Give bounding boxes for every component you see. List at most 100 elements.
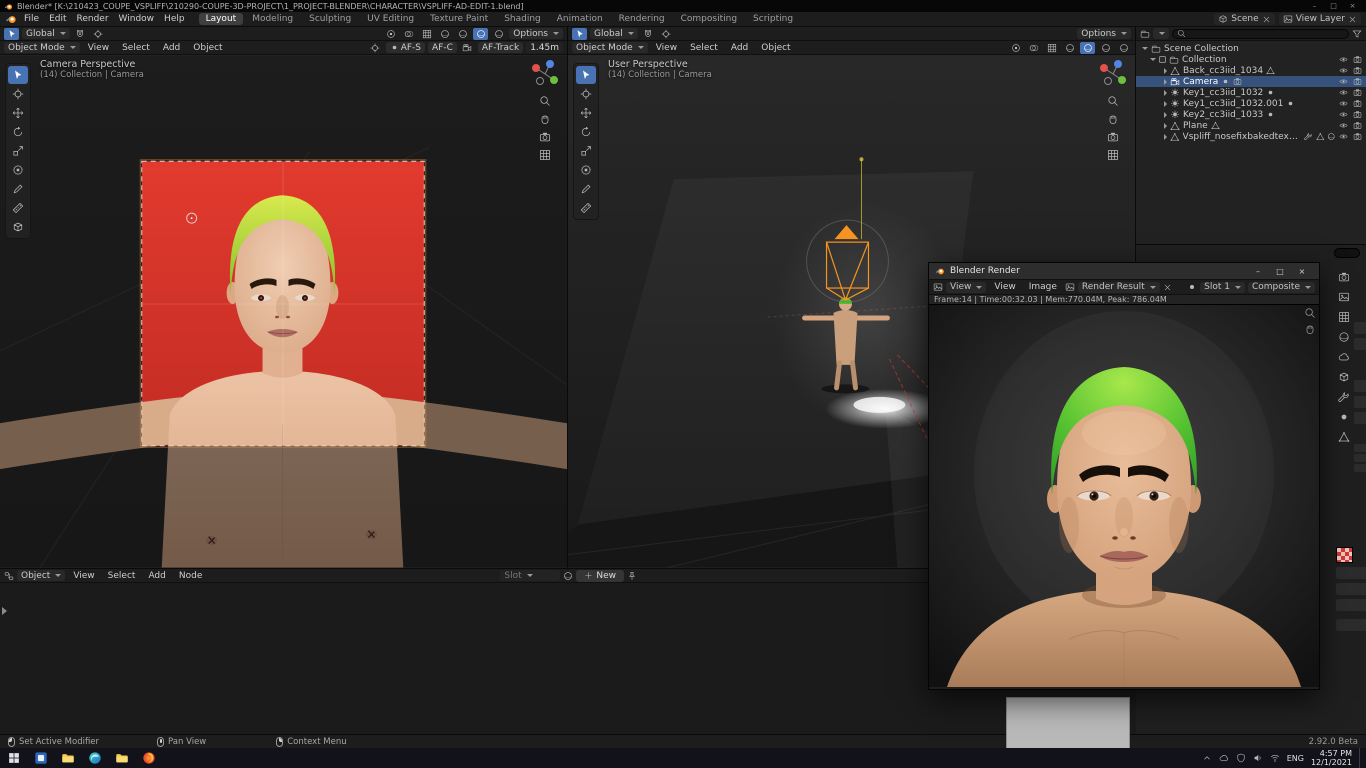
render-window-titlebar[interactable]: Blender Render – □ × <box>929 263 1319 279</box>
af-continuous-button[interactable]: AF-C <box>428 42 457 53</box>
tool-rotate[interactable] <box>8 123 28 141</box>
workspace-tab-modeling[interactable]: Modeling <box>245 13 300 25</box>
show-overlays-icon[interactable] <box>1026 42 1041 54</box>
property-field[interactable] <box>1354 338 1366 350</box>
shader-editor-icon[interactable] <box>4 571 14 581</box>
view-layer-selector[interactable]: View Layer <box>1279 13 1361 25</box>
menu-add[interactable]: Add <box>726 43 753 53</box>
show-gizmo-icon[interactable] <box>383 28 398 40</box>
menu-object[interactable]: Object <box>756 43 795 53</box>
image-datablock-select[interactable]: Render Result <box>1078 282 1160 293</box>
property-field[interactable] <box>1336 567 1366 579</box>
tray-expand-icon[interactable] <box>1202 753 1212 763</box>
menu-select[interactable]: Select <box>103 571 141 581</box>
tab-modifier-icon[interactable] <box>1338 391 1350 403</box>
eye-toggle[interactable] <box>1339 77 1348 86</box>
display-mode-select[interactable] <box>1153 28 1169 39</box>
start-button[interactable] <box>0 748 27 768</box>
outliner-row[interactable]: Key1_cc3iid_1032.001 <box>1136 98 1366 109</box>
camera-settings-icon[interactable] <box>460 42 475 54</box>
taskbar-app-1[interactable] <box>27 748 54 768</box>
outliner-row-collection[interactable]: Collection <box>1136 54 1366 65</box>
menu-help[interactable]: Help <box>159 14 190 24</box>
filter-icon[interactable] <box>1352 29 1362 39</box>
menu-node[interactable]: Node <box>174 571 208 581</box>
render-slot-select[interactable]: Slot 1 <box>1200 282 1245 293</box>
unlink-icon[interactable] <box>1262 15 1271 24</box>
zoom-icon[interactable] <box>1107 95 1119 107</box>
eye-toggle[interactable] <box>1339 55 1348 64</box>
property-list-row[interactable] <box>1354 454 1366 462</box>
browse-material-icon[interactable] <box>563 571 573 581</box>
outliner-editor-icon[interactable] <box>1140 29 1150 39</box>
taskbar-clock[interactable]: 4:57 PM 12/1/2021 <box>1311 749 1352 767</box>
property-field[interactable] <box>1354 322 1366 334</box>
browse-image-icon[interactable] <box>1065 282 1075 292</box>
shading-material-icon[interactable] <box>1098 42 1113 54</box>
image-editor-icon[interactable] <box>933 282 943 292</box>
tool-annotate[interactable] <box>8 180 28 198</box>
taskbar-app-explorer[interactable] <box>54 748 81 768</box>
menu-object[interactable]: Object <box>188 43 227 53</box>
eye-toggle[interactable] <box>1339 121 1348 130</box>
pin-icon[interactable] <box>627 571 637 581</box>
close-button[interactable]: × <box>1343 0 1362 12</box>
pan-hand-icon[interactable] <box>539 113 551 125</box>
tool-scale[interactable] <box>8 142 28 160</box>
render-result-image[interactable] <box>929 305 1319 687</box>
workspace-tab-sculpting[interactable]: Sculpting <box>302 13 358 25</box>
eye-toggle[interactable] <box>1339 99 1348 108</box>
property-list-row[interactable] <box>1354 464 1366 472</box>
menu-image[interactable]: Image <box>1024 282 1062 292</box>
tab-object-icon[interactable] <box>1338 371 1350 383</box>
tool-move[interactable] <box>8 104 28 122</box>
af-single-button[interactable]: AF-S <box>386 42 425 53</box>
mode-select[interactable]: Object Mode <box>572 42 648 53</box>
render-toggle[interactable] <box>1353 132 1362 141</box>
menu-view[interactable]: View <box>68 571 99 581</box>
tab-scene-icon[interactable] <box>1338 331 1350 343</box>
transform-orientation-select[interactable]: Global <box>590 28 638 39</box>
proportional-edit-icon[interactable] <box>659 28 674 40</box>
volume-icon[interactable] <box>1253 753 1263 763</box>
tool-rotate[interactable] <box>576 123 596 141</box>
editor-mode-select[interactable]: View <box>946 282 986 293</box>
outliner-row-scene-collection[interactable]: Scene Collection <box>1136 43 1366 54</box>
camera-view-icon[interactable] <box>539 131 551 143</box>
menu-window[interactable]: Window <box>114 14 160 24</box>
maximize-button[interactable]: □ <box>1324 0 1343 12</box>
shader-type-select[interactable]: Object <box>17 570 65 581</box>
render-toggle[interactable] <box>1353 77 1362 86</box>
outliner-search[interactable] <box>1172 29 1349 39</box>
snap-magnet-icon[interactable] <box>73 28 88 40</box>
property-field[interactable] <box>1354 380 1366 392</box>
language-indicator[interactable]: ENG <box>1287 754 1304 763</box>
show-overlays-icon[interactable] <box>401 28 416 40</box>
property-field[interactable] <box>1354 396 1366 408</box>
menu-view[interactable]: View <box>651 43 682 53</box>
eye-toggle[interactable] <box>1339 110 1348 119</box>
maximize-button[interactable]: □ <box>1269 263 1291 279</box>
menu-add[interactable]: Add <box>143 571 170 581</box>
sidebar-toggle-arrow[interactable] <box>2 607 7 615</box>
taskbar-app-folder[interactable] <box>108 748 135 768</box>
af-track-button[interactable]: AF-Track <box>478 42 523 53</box>
outliner-row[interactable]: Back_cc3iid_1034 <box>1136 65 1366 76</box>
shading-solid-icon[interactable] <box>1080 42 1095 54</box>
menu-view[interactable]: View <box>83 43 114 53</box>
ortho-toggle-icon[interactable] <box>539 149 551 161</box>
menu-file[interactable]: File <box>19 14 44 24</box>
tab-view-layer-icon[interactable] <box>1338 311 1350 323</box>
tool-cursor[interactable] <box>8 85 28 103</box>
options-dropdown[interactable]: Options <box>1077 28 1131 39</box>
close-button[interactable]: × <box>1291 263 1313 279</box>
tool-cursor[interactable] <box>576 85 596 103</box>
menu-select[interactable]: Select <box>117 43 155 53</box>
property-field[interactable] <box>1354 412 1366 424</box>
axis-gizmo[interactable] <box>530 59 560 89</box>
tool-annotate[interactable] <box>576 180 596 198</box>
workspace-tab-layout[interactable]: Layout <box>199 13 244 25</box>
tool-add-cube[interactable] <box>8 218 28 236</box>
shading-wireframe-icon[interactable] <box>437 28 452 40</box>
tool-measure[interactable] <box>8 199 28 217</box>
